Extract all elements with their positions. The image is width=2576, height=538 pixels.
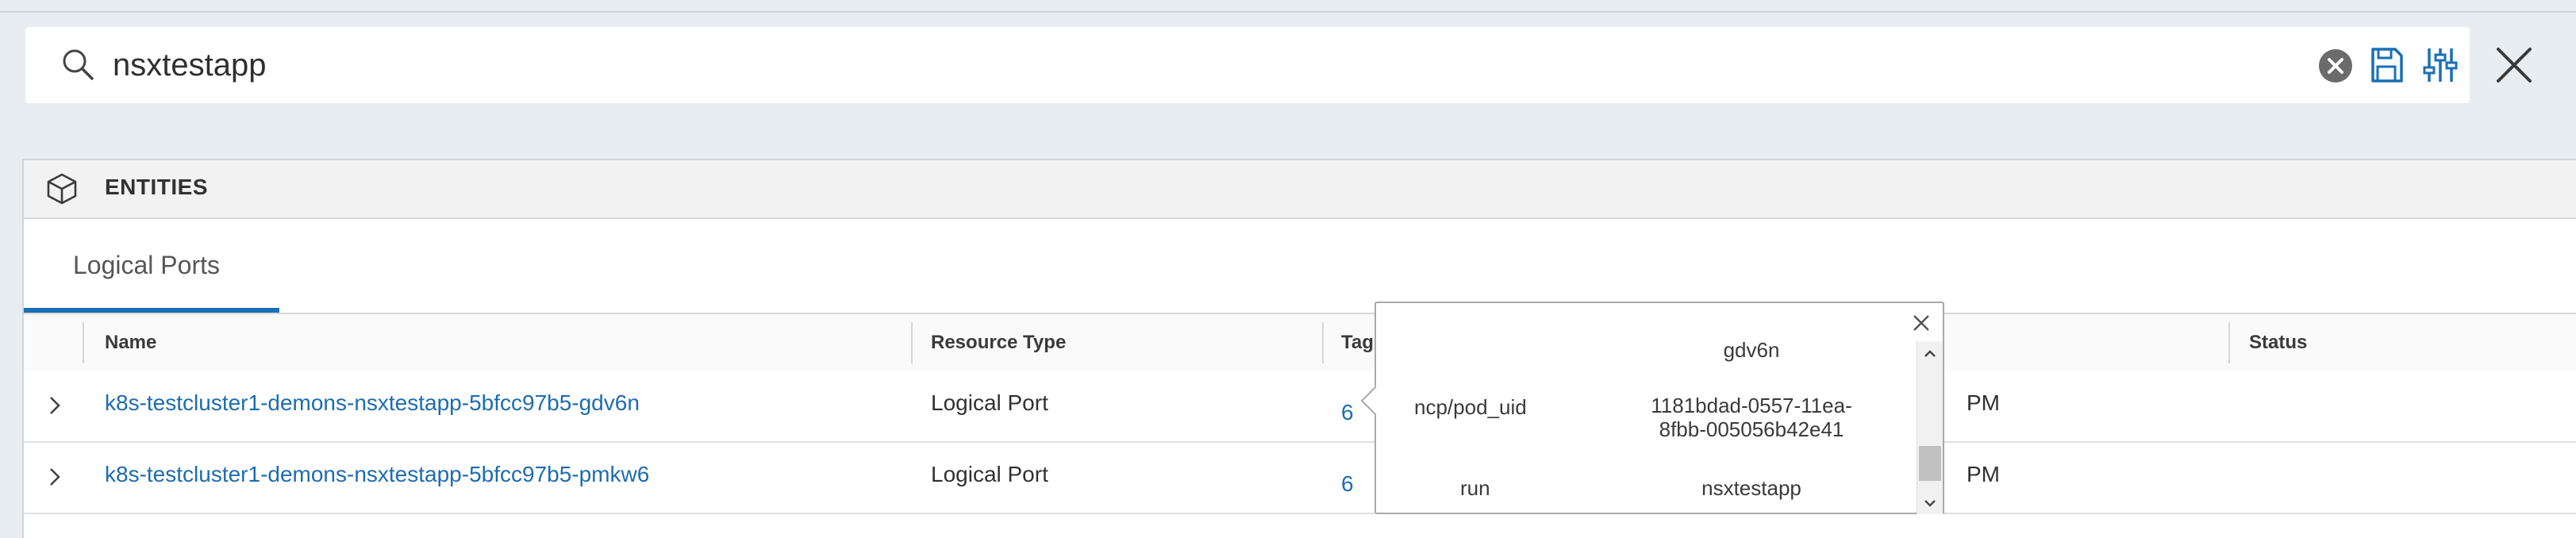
tag-key: run [1460, 476, 1490, 500]
column-header-resource-type[interactable]: Resource Type [931, 332, 1066, 354]
popover-scrollbar[interactable] [1917, 341, 1943, 514]
chevron-right-icon[interactable] [41, 392, 68, 419]
row-name-link[interactable]: k8s-testcluster1-demons-nsxtestapp-5bfcc… [105, 390, 640, 416]
table-header: Name Resource Type Tag Status [24, 314, 2576, 373]
entities-header: ENTITIES [24, 160, 2576, 219]
clear-circle-icon[interactable] [2317, 48, 2354, 84]
tag-value: 1181bdad-0557-11ea-8fbb-005056b42e41 [1651, 394, 1852, 441]
row-time-fragment: PM [1967, 390, 2000, 415]
entities-panel: ENTITIES Logical Ports Name Resource Typ… [22, 159, 2576, 538]
sliders-icon[interactable] [2422, 44, 2459, 86]
table-row[interactable]: k8s-testcluster1-demons-nsxtestapp-5bfcc… [24, 371, 2576, 443]
table-row[interactable]: k8s-testcluster1-demons-nsxtestapp-5bfcc… [24, 443, 2576, 514]
row-tag-count-link[interactable]: 6 [1341, 400, 1354, 425]
close-icon[interactable] [2492, 43, 2536, 87]
close-icon[interactable] [1911, 313, 1932, 333]
column-separator [911, 322, 913, 363]
column-header-name[interactable]: Name [105, 332, 156, 354]
tag-value: nsxtestapp [1701, 476, 1801, 500]
column-separator [2228, 322, 2230, 363]
column-separator [83, 322, 84, 363]
tag-key: ncp/pod_uid [1414, 395, 1527, 419]
cube-icon [44, 171, 79, 206]
column-header-tag[interactable]: Tag [1341, 332, 1374, 354]
tab-label: Logical Ports [73, 251, 220, 279]
column-header-status[interactable]: Status [2249, 332, 2307, 354]
save-disk-icon[interactable] [2368, 44, 2405, 86]
row-tag-count-link[interactable]: 6 [1341, 471, 1354, 497]
scroll-up-arrow-icon[interactable] [1922, 346, 1938, 362]
column-separator [1322, 322, 1324, 363]
row-resource-type: Logical Port [931, 462, 1048, 486]
top-edge [0, 0, 2576, 13]
row-name-link[interactable]: k8s-testcluster1-demons-nsxtestapp-5bfcc… [105, 462, 649, 487]
tab-logical-ports[interactable]: Logical Ports [24, 219, 279, 314]
search-icon [57, 44, 98, 86]
entities-title: ENTITIES [105, 175, 209, 199]
chevron-right-icon[interactable] [41, 463, 68, 490]
scroll-down-arrow-icon[interactable] [1922, 495, 1938, 511]
search-input[interactable]: nsxtestapp [113, 43, 266, 87]
row-resource-type: Logical Port [931, 390, 1048, 415]
scrollbar-thumb[interactable] [1919, 446, 1941, 481]
global-search-bar[interactable]: nsxtestapp [25, 27, 2470, 103]
tag-value: gdv6n [1723, 338, 1780, 362]
tags-popover: gdv6n ncp/pod_uid 1181bdad-0557-11ea-8fb… [1360, 302, 1944, 514]
row-time-fragment: PM [1967, 462, 2000, 486]
